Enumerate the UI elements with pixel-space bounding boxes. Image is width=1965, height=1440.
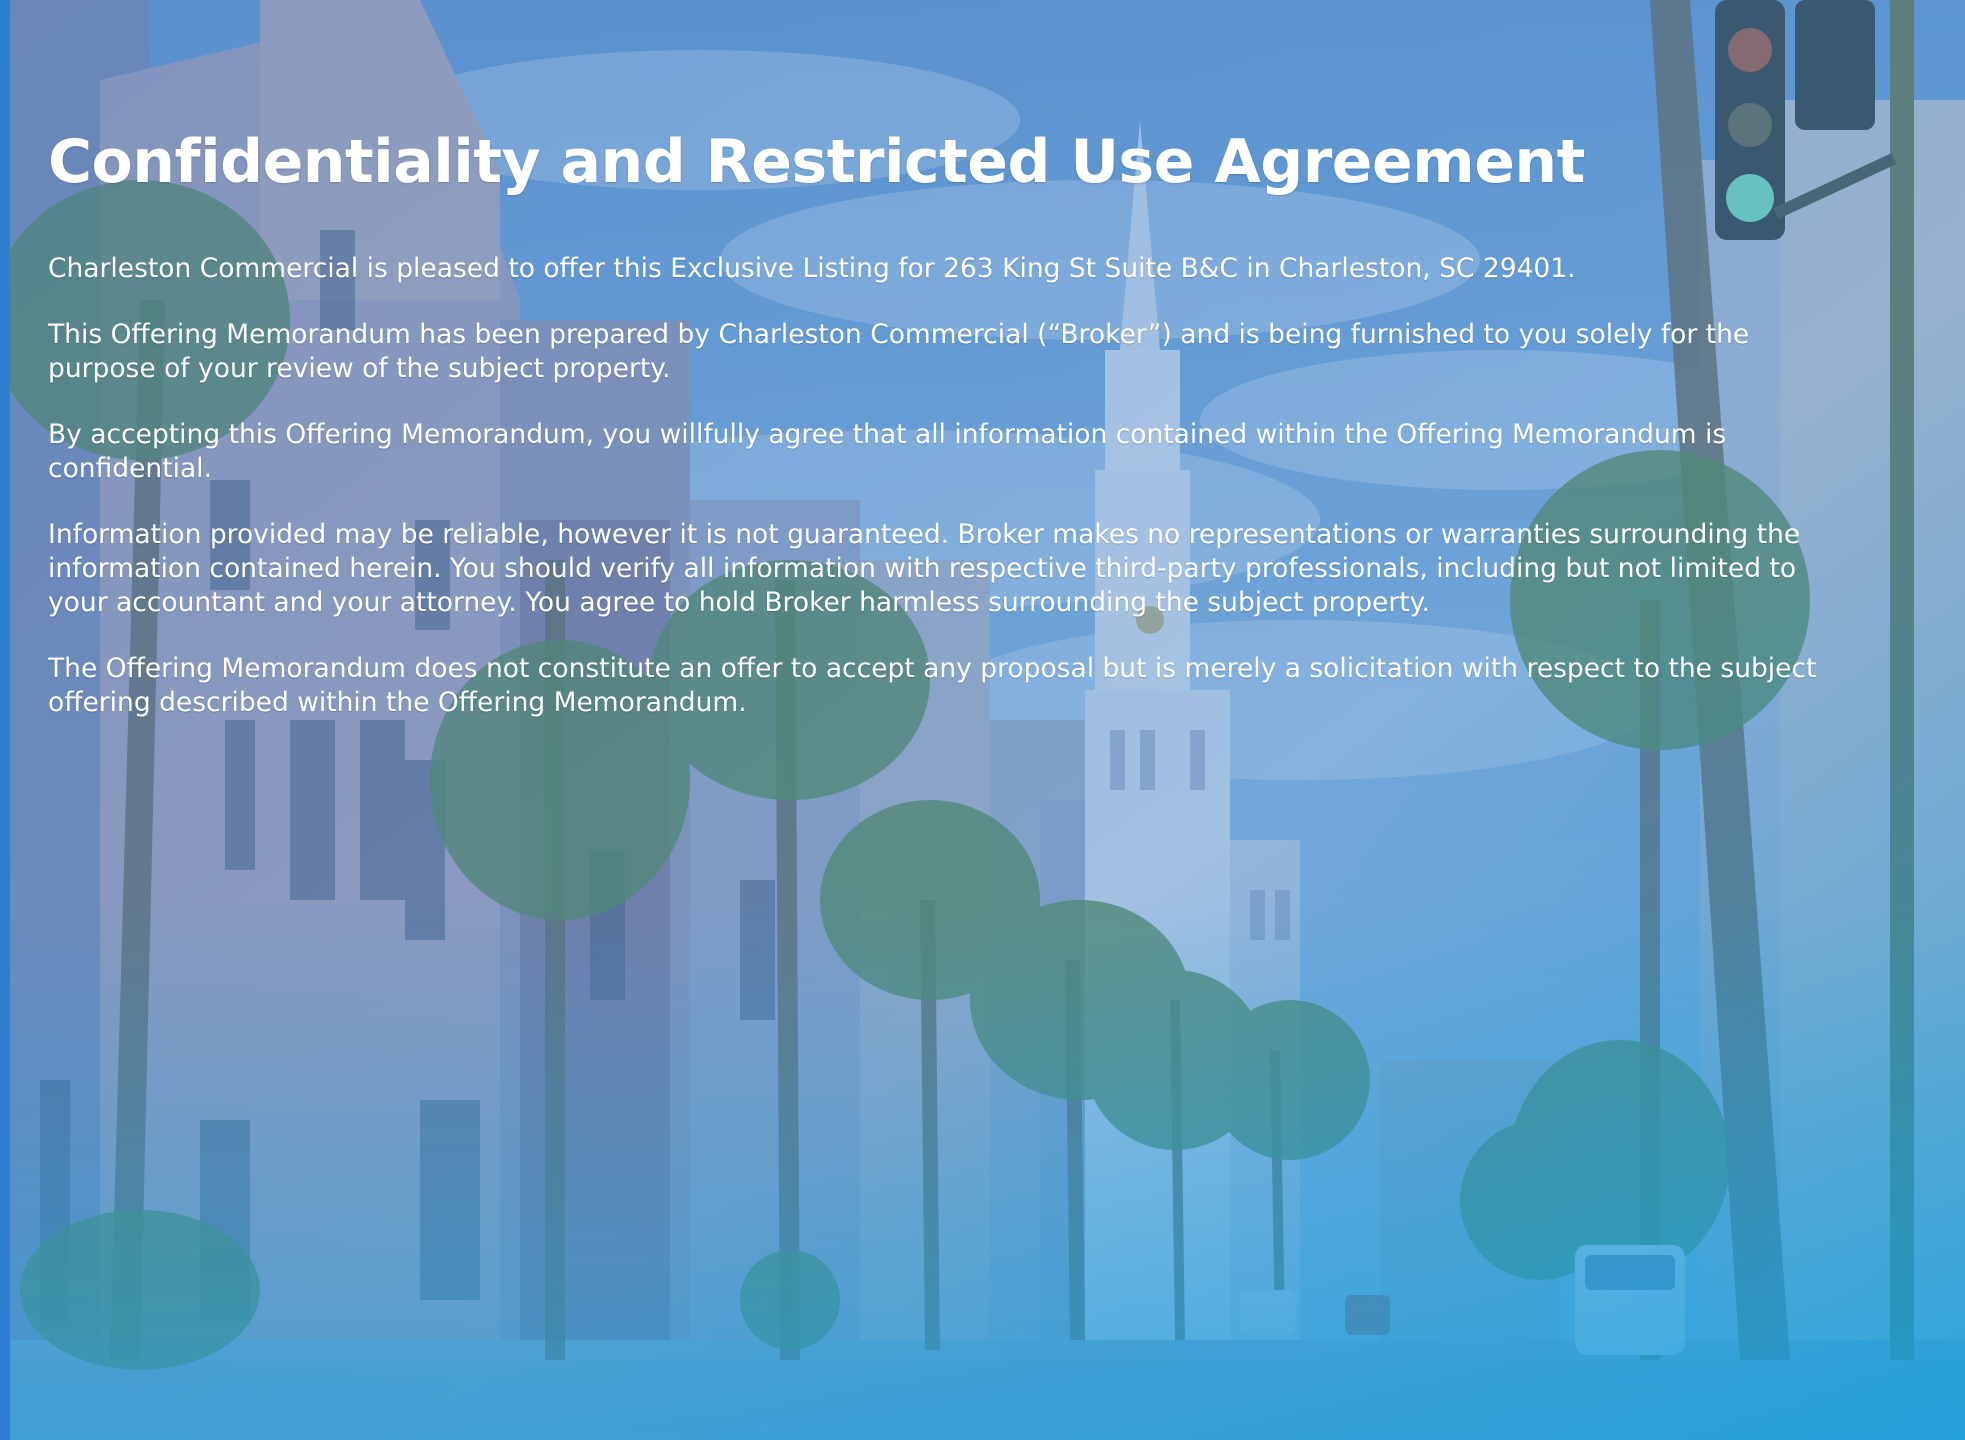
- page: Confidentiality and Restricted Use Agree…: [0, 0, 1965, 1440]
- paragraph-confidential: By accepting this Offering Memorandum, y…: [48, 419, 1727, 484]
- page-title: Confidentiality and Restricted Use Agree…: [48, 127, 1585, 197]
- paragraph-listing: Charleston Commercial is pleased to offe…: [48, 253, 1576, 284]
- paragraph-solicitation: The Offering Memorandum does not constit…: [48, 653, 1817, 718]
- paragraph-disclaimer: Information provided may be reliable, ho…: [48, 519, 1801, 618]
- agreement-content: Confidentiality and Restricted Use Agree…: [48, 122, 1848, 752]
- paragraph-prepared-by: This Offering Memorandum has been prepar…: [48, 319, 1750, 384]
- accent-stripe: [0, 0, 10, 1440]
